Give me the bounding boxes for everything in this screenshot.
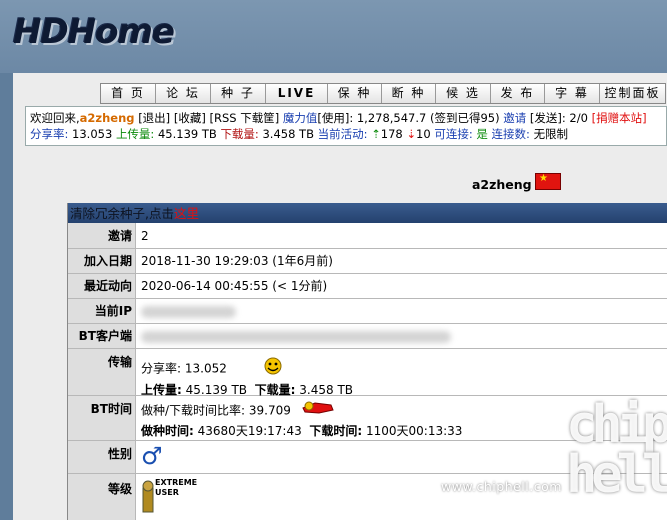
row-invites: 邀请 2 xyxy=(68,223,667,249)
row-label: BT客户端 xyxy=(68,324,136,348)
nav-tab[interactable]: 断 种 xyxy=(382,84,436,103)
row-label: 最近动向 xyxy=(68,274,136,298)
nav-tab[interactable]: 发 布 xyxy=(491,84,545,103)
active-label: 当前活动: xyxy=(317,127,368,141)
row-joined: 加入日期 2018-11-30 19:29:03 (1年6月前) xyxy=(68,249,667,274)
user-info-panel: 欢迎回来,a2zheng [退出] [收藏] [RSS 下载筐] 魔力值[使用]… xyxy=(25,106,667,146)
notice-bar: 清除冗余种子,点击这里 xyxy=(68,203,667,223)
user-info-line-2: 分享率: 13.053 上传量: 45.139 TB 下载量: 3.458 TB… xyxy=(30,126,662,142)
main-nav: 首 页论 坛种 子 LIVE 保 种断 种候 选发 布字 幕控制面板 xyxy=(100,83,666,104)
row-transfer: 传输 分享率: 13.052 上传量: 45.139 TB 下载量: 3.458… xyxy=(68,349,667,397)
profile-username: a2zheng xyxy=(472,177,532,192)
china-flag-icon: ★ xyxy=(535,173,561,190)
notice-link[interactable]: 这里 xyxy=(174,206,199,221)
row-label: 性别 xyxy=(68,441,136,473)
donate-link[interactable]: [捐赠本站] xyxy=(592,111,647,125)
happy-smiley-icon xyxy=(261,357,285,381)
site-logo[interactable]: HDHome xyxy=(13,12,175,52)
row-label: 传输 xyxy=(68,349,136,395)
nav-tab[interactable]: 候 选 xyxy=(436,84,491,103)
connectable-label: 可连接: xyxy=(434,127,473,141)
row-value xyxy=(136,324,667,348)
row-label: 邀请 xyxy=(68,223,136,248)
transfer-download-label: 下载量: xyxy=(254,383,296,397)
upload-value: 45.139 TB xyxy=(157,127,217,141)
row-value xyxy=(136,299,667,323)
site-header: HDHome xyxy=(0,0,667,73)
class-badge-icon: EXTREME USER xyxy=(141,478,203,514)
class-badge-text: EXTREME USER xyxy=(155,478,198,497)
connections-value: 无限制 xyxy=(533,127,569,141)
upload-label: 上传量: xyxy=(115,127,155,141)
row-label: 等级 xyxy=(68,474,136,520)
transfer-ratio: 分享率: 13.052 xyxy=(141,361,227,376)
row-ip: 当前IP xyxy=(68,299,667,324)
row-last-action: 最近动向 2020-06-14 00:45:55 (< 1分前) xyxy=(68,274,667,299)
connections-label: 连接数: xyxy=(491,127,530,141)
seeding-count: 178 xyxy=(380,127,403,141)
bonus-value: [使用]: 1,278,547.7 (签到已得95) xyxy=(317,111,500,125)
nav-tab[interactable]: 种 子 xyxy=(211,84,266,103)
row-value: 2 xyxy=(136,223,667,248)
transfer-upload-label: 上传量: xyxy=(141,383,182,397)
favorites-link[interactable]: [收藏] xyxy=(174,111,206,125)
ratio-label: 分享率: xyxy=(30,127,69,141)
transfer-ratio-line: 分享率: 13.052 xyxy=(141,357,667,381)
row-value: 2018-11-30 19:29:03 (1年6月前) xyxy=(136,249,667,273)
row-value: 2020-06-14 00:45:55 (< 1分前) xyxy=(136,274,667,298)
redacted-ip xyxy=(141,305,236,318)
redacted-client xyxy=(141,330,451,343)
user-info-line-1: 欢迎回来,a2zheng [退出] [收藏] [RSS 下载筐] 魔力值[使用]… xyxy=(30,110,662,126)
superhero-icon xyxy=(301,400,335,422)
logout-link[interactable]: [退出] xyxy=(138,111,170,125)
invite-link[interactable]: 邀请 xyxy=(503,111,526,125)
nav-tab[interactable]: 字 幕 xyxy=(545,84,600,103)
dl-time-value: 1100天00:13:33 xyxy=(366,424,463,438)
rss-link[interactable]: [RSS 下载筐] xyxy=(209,111,279,125)
leeching-count: 10 xyxy=(416,127,431,141)
nav-tab[interactable]: 首 页 xyxy=(101,84,156,103)
seed-time-value: 43680天19:17:43 xyxy=(197,424,302,438)
download-value: 3.458 TB xyxy=(262,127,314,141)
row-label: 加入日期 xyxy=(68,249,136,273)
row-client: BT客户端 xyxy=(68,324,667,349)
leeching-arrow-icon: ⇣ xyxy=(406,127,417,141)
chiphell-watermark-url: www.chiphell.com xyxy=(441,479,562,494)
bttime-ratio: 做种/下载时间比率: 39.709 xyxy=(141,403,291,418)
download-label: 下载量: xyxy=(220,127,259,141)
male-icon: ♂ xyxy=(141,442,163,470)
nav-tab[interactable]: 控制面板 xyxy=(600,84,665,103)
nav-tab[interactable]: LIVE xyxy=(266,84,328,103)
bonus-link[interactable]: 魔力值 xyxy=(283,111,318,125)
chiphell-watermark-logo: chip hell xyxy=(566,395,667,505)
dl-time-label: 下载时间: xyxy=(309,424,363,438)
seed-time-label: 做种时间: xyxy=(141,424,194,438)
row-label: BT时间 xyxy=(68,396,136,440)
row-label: 当前IP xyxy=(68,299,136,323)
connectable-value: 是 xyxy=(476,127,488,141)
nav-tab[interactable]: 保 种 xyxy=(328,84,382,103)
nav-tab[interactable]: 论 坛 xyxy=(156,84,211,103)
transfer-download-value: 3.458 TB xyxy=(299,383,354,397)
ratio-value: 13.053 xyxy=(72,127,113,141)
notice-text: 清除冗余种子,点击 xyxy=(70,206,174,221)
seeding-arrow-icon: ⇡ xyxy=(371,127,381,141)
invite-value: [发送]: 2/0 xyxy=(529,111,588,125)
welcome-text: 欢迎回来, xyxy=(30,111,80,125)
transfer-upload-value: 45.139 TB xyxy=(185,383,248,397)
row-value: 分享率: 13.052 上传量: 45.139 TB 下载量: 3.458 TB xyxy=(136,349,667,397)
username-link[interactable]: a2zheng xyxy=(80,111,135,125)
